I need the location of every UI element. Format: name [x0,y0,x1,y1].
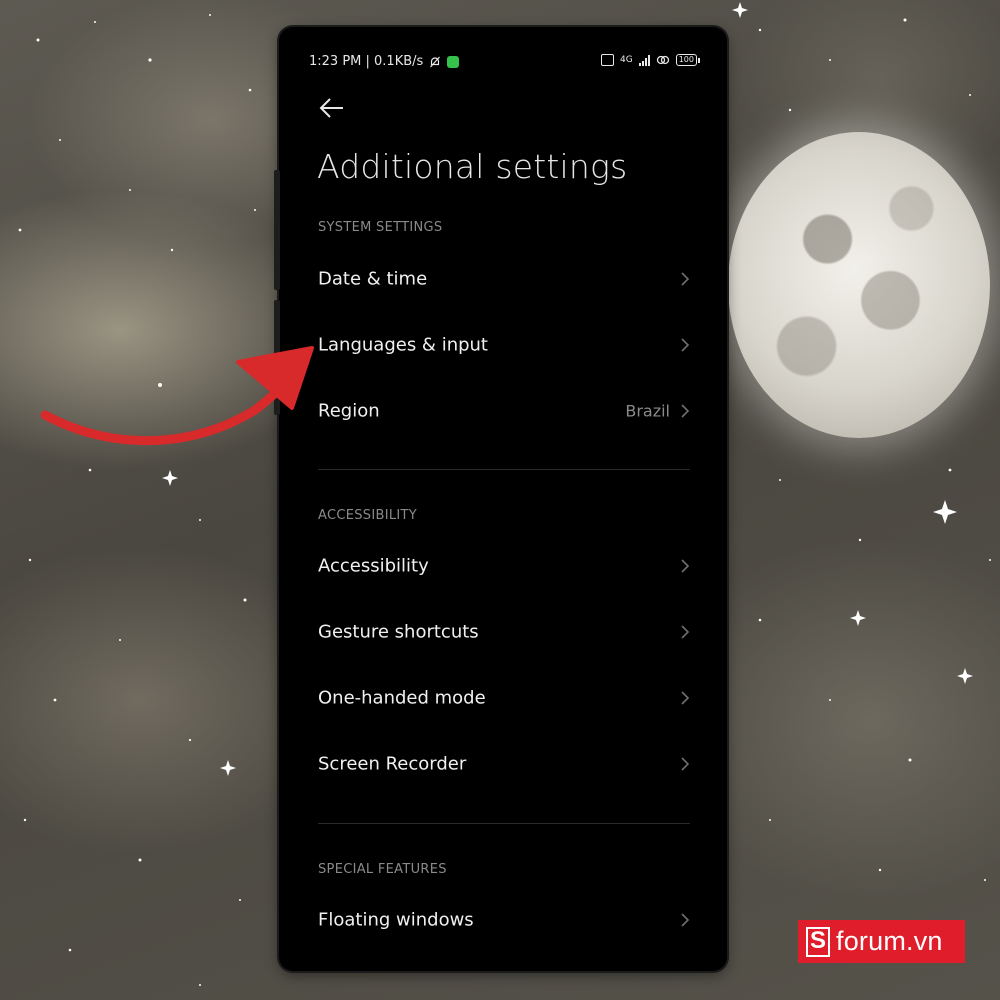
red-curved-arrow [40,346,314,446]
brand-text: forum.vn [836,926,943,956]
forum-watermark-logo: S forum.vn [798,920,965,963]
brand-logo-letter: S [806,926,830,957]
